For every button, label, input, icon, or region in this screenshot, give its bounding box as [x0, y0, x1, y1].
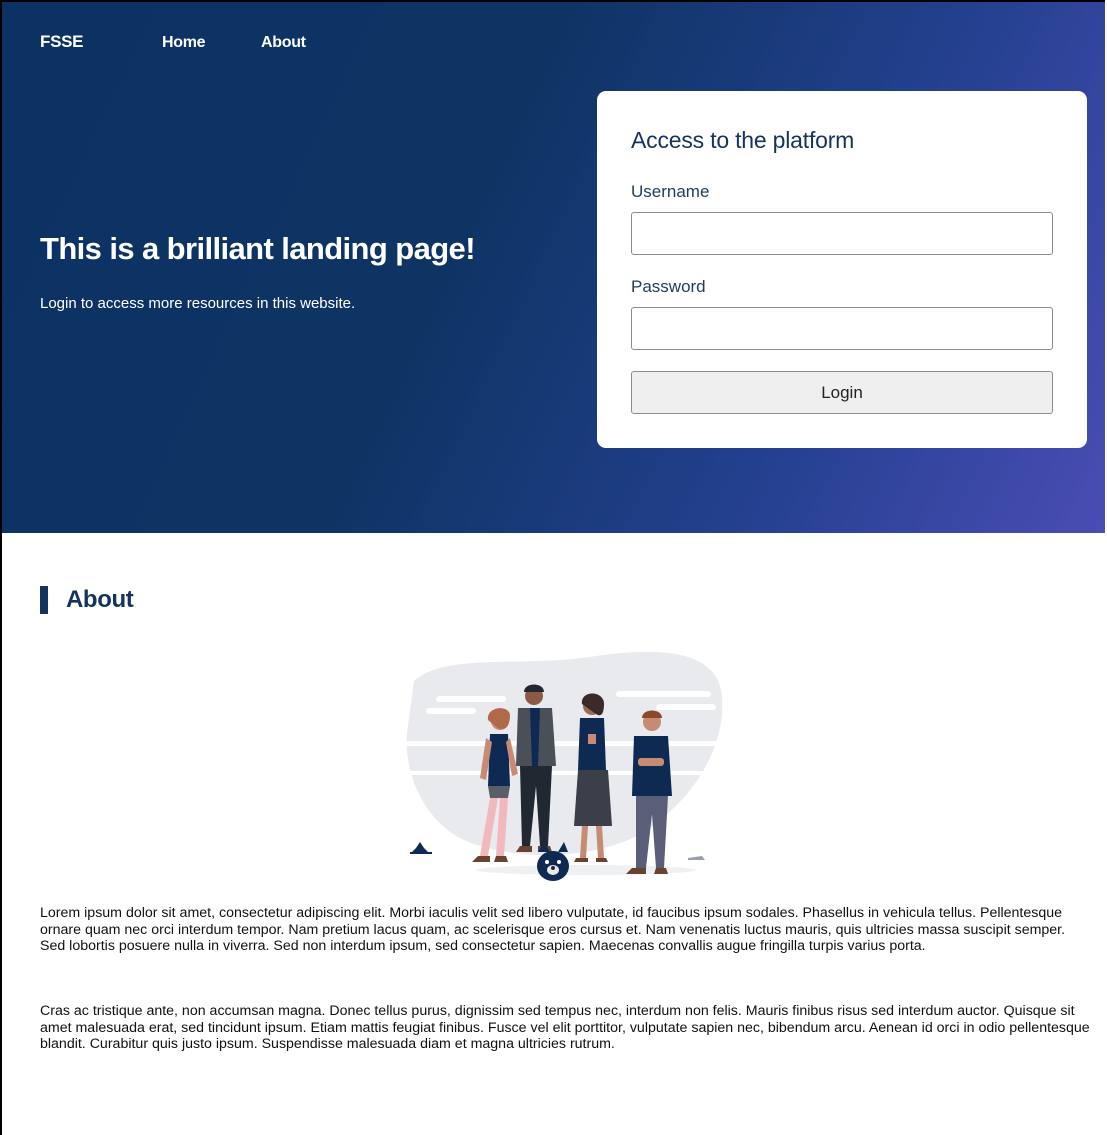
- username-input[interactable]: [631, 212, 1053, 255]
- hero-section: FSSE Home About This is a brilliant land…: [2, 2, 1105, 533]
- brand-logo[interactable]: FSSE: [40, 32, 84, 52]
- password-label: Password: [631, 277, 706, 296]
- about-title: About: [66, 586, 134, 613]
- about-paragraph-1: Lorem ipsum dolor sit amet, consectetur …: [40, 905, 1066, 954]
- login-card: Access to the platform Username Password…: [597, 91, 1087, 448]
- nav-link-about[interactable]: About: [261, 34, 306, 52]
- hero-subtitle: Login to access more resources in this w…: [40, 295, 356, 312]
- about-paragraph-2: Cras ac tristique ante, non accumsan mag…: [40, 1003, 1090, 1052]
- login-card-title: Access to the platform: [631, 127, 855, 153]
- login-button[interactable]: Login: [631, 371, 1053, 414]
- page: FSSE Home About This is a brilliant land…: [0, 0, 1105, 1135]
- nav-link-home[interactable]: Home: [162, 34, 206, 52]
- group-of-people-with-dog-illustration: [406, 646, 726, 892]
- heading-accent-bar: [40, 586, 48, 614]
- top-nav: FSSE Home About: [2, 2, 1105, 82]
- about-heading: About: [40, 586, 134, 614]
- password-input[interactable]: [631, 307, 1053, 350]
- username-label: Username: [631, 182, 710, 201]
- hero-title: This is a brilliant landing page!: [40, 231, 476, 266]
